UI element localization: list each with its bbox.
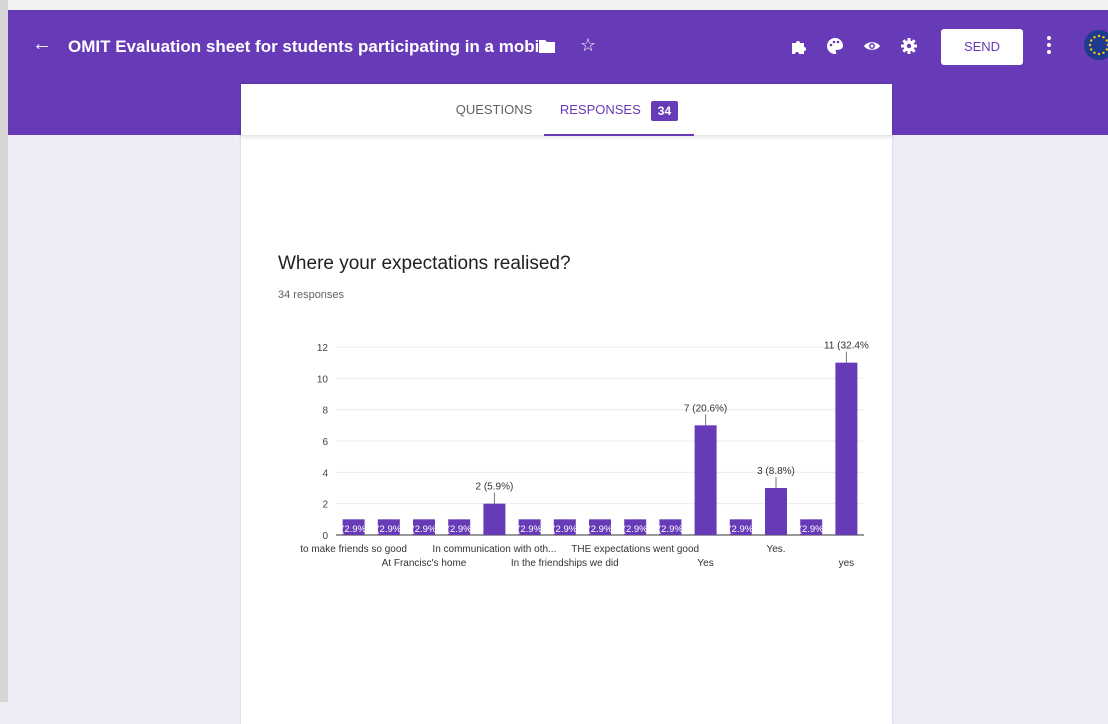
responses-card: QUESTIONS RESPONSES 34 Where your expecta…	[241, 84, 892, 724]
bar-label: 2 (5.9%)	[476, 482, 514, 493]
y-tick-label: 4	[322, 468, 328, 479]
x-tick-label: In the friendships we did	[511, 558, 619, 569]
x-tick-label: to make friends so good	[300, 544, 407, 555]
x-tick-label: THE expectations went good	[571, 544, 699, 555]
palette-icon[interactable]	[826, 37, 844, 55]
more-vert-icon[interactable]	[1043, 34, 1055, 56]
x-tick-label: Yes.	[766, 544, 785, 555]
star-icon[interactable]: ☆	[580, 36, 598, 54]
bar-label: 3 (8.8%)	[757, 466, 795, 477]
folder-icon[interactable]	[538, 37, 556, 55]
send-button[interactable]: SEND	[941, 29, 1023, 65]
eye-icon[interactable]	[863, 37, 881, 55]
bar-label: 7 (20.6%)	[684, 403, 727, 414]
eu-flag-icon	[1084, 30, 1108, 60]
bar-label: (2.9%	[447, 524, 472, 535]
bar	[835, 362, 858, 535]
avatar[interactable]	[1084, 30, 1108, 60]
bar-label: (2.9%	[623, 524, 648, 535]
bar-label: (2.9%	[728, 524, 753, 535]
bar-label: (2.9%	[517, 524, 542, 535]
bar-label: 11 (32.4%	[824, 341, 869, 352]
bar-label: (2.9%	[799, 524, 824, 535]
bar-label: (2.9%	[376, 524, 401, 535]
window-edge	[0, 0, 8, 702]
bar-label: (2.9%	[341, 524, 366, 535]
x-tick-label: At Francisc's home	[382, 558, 467, 569]
bar	[483, 503, 506, 535]
x-tick-label: In communication with oth...	[432, 544, 556, 555]
bar-chart: 0 2 4 6 8 10 12 (2.9% (2.9% (2.9% (2.9% 2 (5.9%) (2.…	[300, 341, 869, 569]
bar-label: (2.9%	[588, 524, 613, 535]
x-tick-label: yes	[839, 558, 855, 569]
y-tick-label: 0	[322, 531, 328, 542]
y-tick-label: 12	[317, 343, 329, 354]
y-tick-label: 10	[317, 374, 329, 385]
bar-label: (2.9%	[658, 524, 683, 535]
bar	[765, 488, 787, 535]
bar-label: (2.9%	[552, 524, 577, 535]
y-tick-label: 8	[322, 406, 328, 417]
bar-label: (2.9%	[412, 524, 437, 535]
puzzle-icon[interactable]	[790, 37, 808, 55]
form-title[interactable]: OMIT Evaluation sheet for students parti…	[68, 36, 538, 58]
y-tick-label: 6	[322, 437, 328, 448]
bar	[694, 425, 717, 535]
browser-strip	[8, 0, 1108, 10]
y-tick-label: 2	[322, 500, 328, 511]
back-arrow-icon[interactable]: ←	[32, 34, 52, 54]
gear-icon[interactable]	[900, 37, 918, 55]
x-tick-label: Yes	[697, 558, 713, 569]
